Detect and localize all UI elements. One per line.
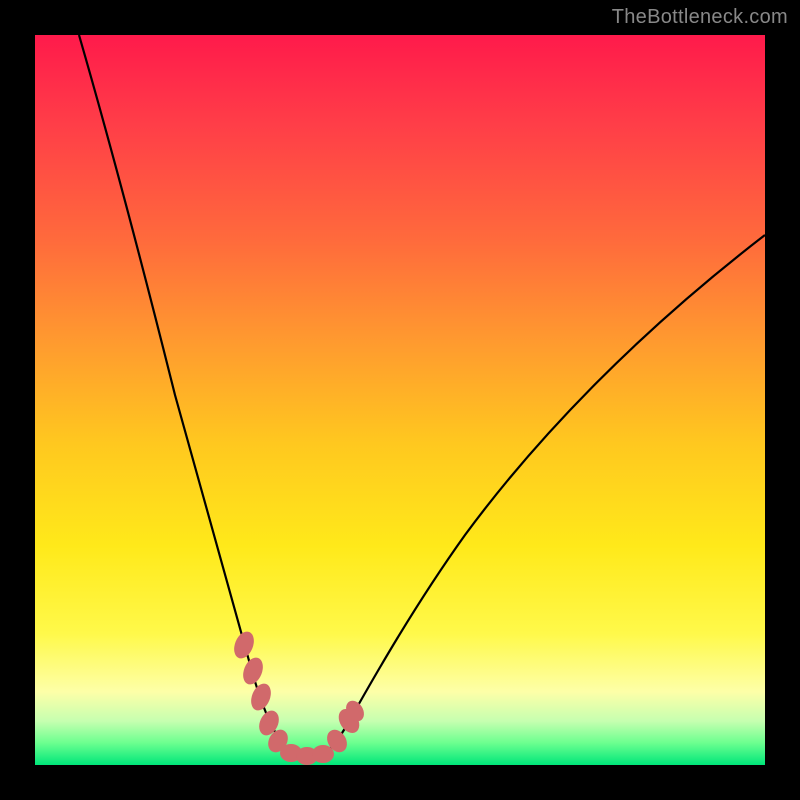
highlight-dot — [247, 681, 274, 714]
highlight-group — [230, 629, 367, 765]
stage: TheBottleneck.com — [0, 0, 800, 800]
highlight-dot — [312, 745, 334, 763]
highlight-dot — [230, 629, 257, 662]
highlight-dot — [239, 655, 266, 688]
watermark-text: TheBottleneck.com — [612, 6, 788, 29]
bottleneck-plot — [35, 35, 765, 765]
curve-svg — [35, 35, 765, 765]
bottleneck-curve-path — [79, 35, 765, 758]
